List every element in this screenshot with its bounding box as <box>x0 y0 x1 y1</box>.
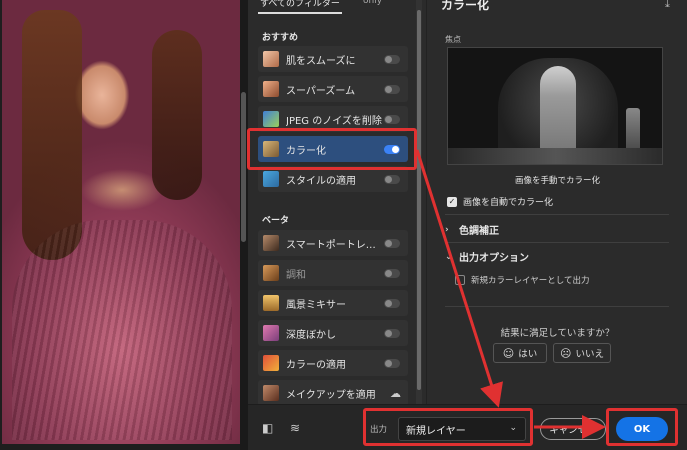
filter-toggle[interactable] <box>384 238 400 248</box>
feedback-question: 結果に満足していますか？ <box>500 328 615 339</box>
filter-toggle[interactable] <box>384 54 400 64</box>
auto-colorize-label: 画像を自動でカラー化 <box>463 198 554 208</box>
neural-filters-list: すべてのフィルター only おすすめ 肌をスムーズに スーパーズーム JPEG… <box>248 0 426 406</box>
feedback-yes-button[interactable]: ☺ はい <box>493 343 547 363</box>
filter-settings-panel: カラー化 ⤓ 焦点 画像を手動でカラー化 ✓ 画像を自動でカラー化 › 色調補正… <box>426 0 687 404</box>
filter-item-label: 肌をスムーズに <box>286 55 356 67</box>
harmonization-thumb-icon <box>263 265 279 281</box>
tab-waitlist[interactable]: only <box>363 0 382 6</box>
ok-button[interactable]: OK <box>616 417 668 441</box>
manual-colorize-link[interactable]: 画像を手動でカラー化 <box>427 174 687 186</box>
filter-item-style-transfer[interactable]: スタイルの適用 <box>258 166 408 192</box>
divider <box>445 306 669 307</box>
auto-colorize-option[interactable]: ✓ 画像を自動でカラー化 <box>447 195 553 208</box>
layers-icon[interactable]: ≋ <box>290 421 300 435</box>
filter-toggle[interactable] <box>384 84 400 94</box>
filter-item-colorize[interactable]: カラー化 <box>258 136 408 162</box>
list-scroll-thumb[interactable] <box>417 10 421 390</box>
new-color-layer-label: 新規カラーレイヤーとして出力 <box>471 276 590 286</box>
filter-item-label: 深度ぼかし <box>286 329 336 341</box>
new-color-layer-option[interactable]: 新規カラーレイヤーとして出力 <box>455 274 590 286</box>
filter-item-harmonization[interactable]: 調和 <box>258 260 408 286</box>
smart-portrait-thumb-icon <box>263 235 279 251</box>
settings-title: カラー化 <box>441 0 490 12</box>
chevron-down-icon: ⌄ <box>445 251 453 262</box>
cancel-label: キャンセル <box>549 425 597 436</box>
portrait-photo <box>2 0 240 444</box>
filter-item-landscape-mixer[interactable]: 風景ミキサー <box>258 290 408 316</box>
canvas-scroll-thumb[interactable] <box>241 92 246 242</box>
color-adjust-label: 色調補正 <box>459 226 499 237</box>
photo-hair-left <box>22 10 82 260</box>
filter-item-label: 調和 <box>286 269 306 281</box>
filter-item-smart-portrait[interactable]: スマートポートレ… <box>258 230 408 256</box>
filter-item-label: スーパーズーム <box>286 85 356 97</box>
bottom-bar: ◧ ≋ 出力 新規レイヤー ⌄ キャンセル OK <box>248 404 687 450</box>
new-color-layer-checkbox[interactable] <box>455 275 465 285</box>
cancel-button[interactable]: キャンセル <box>540 418 606 440</box>
ok-label: OK <box>633 423 651 435</box>
colorize-preview[interactable] <box>447 47 663 165</box>
tab-all-filters[interactable]: すべてのフィルター <box>260 0 340 9</box>
section-featured: おすすめ <box>262 33 299 43</box>
check-icon[interactable]: ✓ <box>447 196 457 207</box>
feedback-no-button[interactable]: ☹ いいえ <box>553 343 611 363</box>
filter-item-jpeg-denoise[interactable]: JPEG のノイズを削除 <box>258 106 408 132</box>
output-label: 出力 <box>370 425 388 435</box>
filter-item-depth-blur[interactable]: 深度ぼかし <box>258 320 408 346</box>
filter-tabs: すべてのフィルター only <box>248 0 426 14</box>
preview-floor <box>448 148 662 164</box>
filter-item-label: メイクアップを適用 <box>286 389 376 401</box>
color-transfer-thumb-icon <box>263 355 279 371</box>
filter-item-label: 風景ミキサー <box>286 299 346 311</box>
jpeg-denoise-thumb-icon <box>263 111 279 127</box>
chevron-right-icon: › <box>445 224 449 235</box>
dropdown-caret-icon: ⌄ <box>509 423 517 433</box>
cloud-download-icon[interactable]: ☁ <box>390 387 401 400</box>
active-tab-indicator <box>258 12 342 14</box>
filter-item-label: カラー化 <box>286 145 326 157</box>
filter-toggle[interactable] <box>384 328 400 338</box>
feedback-no-label: いいえ <box>575 349 604 360</box>
output-options-accordion[interactable]: ⌄ 出力オプション <box>445 249 529 265</box>
filter-toggle[interactable] <box>384 358 400 368</box>
filter-item-label: スマートポートレ… <box>286 239 376 251</box>
style-transfer-thumb-icon <box>263 171 279 187</box>
skin-smoothing-thumb-icon <box>263 51 279 67</box>
makeup-transfer-thumb-icon <box>263 385 279 401</box>
photo-hair-right <box>152 30 202 200</box>
depth-blur-thumb-icon <box>263 325 279 341</box>
super-zoom-thumb-icon <box>263 81 279 97</box>
divider <box>445 242 669 243</box>
output-select-value: 新規レイヤー <box>406 425 466 437</box>
smile-icon: ☺ <box>502 346 515 360</box>
color-adjust-accordion[interactable]: › 色調補正 <box>445 222 499 238</box>
filter-item-label: カラーの適用 <box>286 359 346 371</box>
filter-toggle[interactable] <box>384 298 400 308</box>
feedback-yes-label: はい <box>518 349 538 360</box>
filter-toggle[interactable] <box>384 174 400 184</box>
section-beta: ベータ <box>262 216 290 226</box>
colorize-thumb-icon <box>263 141 279 157</box>
output-select[interactable]: 新規レイヤー ⌄ <box>398 417 526 441</box>
panel-icon[interactable]: ◧ <box>262 421 273 435</box>
focus-label: 焦点 <box>445 35 461 44</box>
divider <box>445 214 669 215</box>
frown-icon: ☹ <box>560 346 572 360</box>
photo-dress-texture <box>12 220 232 440</box>
filter-toggle[interactable] <box>384 144 400 154</box>
image-canvas <box>0 0 248 450</box>
filter-toggle[interactable] <box>384 268 400 278</box>
filter-toggle[interactable] <box>384 114 400 124</box>
filter-item-color-transfer[interactable]: カラーの適用 <box>258 350 408 376</box>
landscape-mixer-thumb-icon <box>263 295 279 311</box>
filter-item-label: JPEG のノイズを削除 <box>286 115 382 127</box>
filter-item-super-zoom[interactable]: スーパーズーム <box>258 76 408 102</box>
filter-item-label: スタイルの適用 <box>286 175 356 187</box>
filter-item-makeup-transfer[interactable]: メイクアップを適用 ☁ <box>258 380 408 406</box>
download-icon[interactable]: ⤓ <box>665 0 670 11</box>
output-options-label: 出力オプション <box>459 253 529 264</box>
filter-item-skin-smoothing[interactable]: 肌をスムーズに <box>258 46 408 72</box>
